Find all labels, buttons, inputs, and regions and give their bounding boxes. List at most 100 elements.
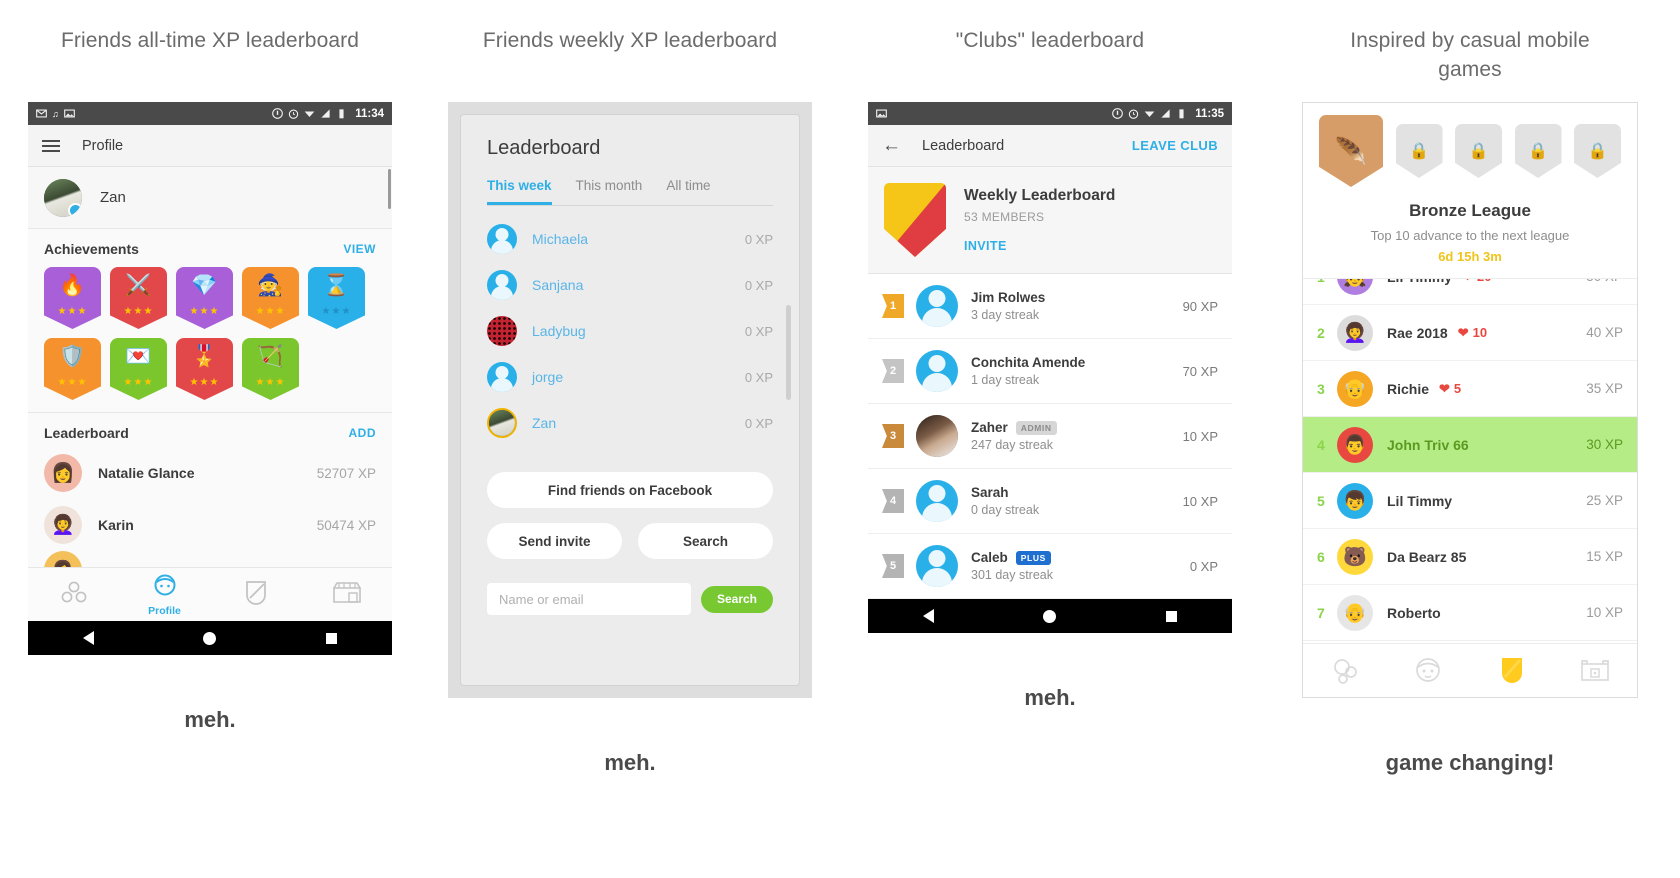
friend-row[interactable]: Sanjana 0 XP: [487, 262, 773, 308]
back-nav-icon[interactable]: [82, 631, 94, 645]
tab-clubs[interactable]: [1303, 658, 1387, 684]
league-row[interactable]: 4 👨 John Triv 66 30 XP: [1303, 417, 1637, 473]
wifi-icon: [304, 111, 315, 117]
scrollbar[interactable]: [388, 169, 391, 209]
recents-nav-icon[interactable]: [1166, 610, 1178, 622]
league-row[interactable]: 1 👧 Lil Timmy ❤20 50 XP: [1303, 279, 1637, 305]
home-nav-icon[interactable]: [203, 631, 217, 645]
league-leaderboard-list: 1 👧 Lil Timmy ❤20 50 XP 2 👩‍🦱 Rae 2018 ❤…: [1303, 279, 1637, 641]
friend-row[interactable]: Zan 0 XP: [487, 400, 773, 446]
locked-league-badge[interactable]: 🔒: [1574, 124, 1621, 178]
friend-row[interactable]: Michaela 0 XP: [487, 216, 773, 262]
member-meta: Conchita Amende 1 day streak: [971, 355, 1085, 387]
achievement-badge[interactable]: 🛡️ ★★★: [44, 338, 101, 400]
achievement-badge[interactable]: 💎 ★★★: [176, 267, 233, 329]
league-row[interactable]: 2 👩‍🦱 Rae 2018 ❤ 10 40 XP: [1303, 305, 1637, 361]
tab-profile[interactable]: Profile: [119, 573, 210, 617]
send-invite-button[interactable]: Send invite: [487, 523, 622, 559]
badge-stars: ★★★: [189, 306, 220, 317]
achievement-badge[interactable]: 🎖️ ★★★: [176, 338, 233, 400]
achievement-badge[interactable]: ⚔️ ★★★: [110, 267, 167, 329]
league-name: Bronze League: [1409, 201, 1531, 220]
user-header[interactable]: Zan: [28, 167, 392, 229]
achievement-badge[interactable]: 🧙 ★★★: [242, 267, 299, 329]
club-leaderboard-row[interactable]: 5 Caleb PLUS 301 day streak 0 XP: [868, 534, 1232, 599]
tab-clubs[interactable]: [28, 580, 119, 609]
badge-emblem-icon: 🏹: [257, 345, 284, 368]
league-player-xp: 25 XP: [1586, 493, 1623, 508]
member-tag: PLUS: [1015, 550, 1051, 565]
achievement-badge[interactable]: 💌 ★★★: [110, 338, 167, 400]
club-leaderboard-row[interactable]: 4 Sarah 0 day streak 10 XP: [868, 469, 1232, 534]
tab-profile[interactable]: [1387, 657, 1471, 685]
achievement-badge[interactable]: 🏹 ★★★: [242, 338, 299, 400]
alarm-icon: [1129, 109, 1139, 119]
rank-badge: 4: [882, 489, 904, 513]
club-shield-icon: [884, 183, 946, 257]
timeframe-tab[interactable]: This week: [487, 178, 552, 205]
club-leaderboard-row[interactable]: 3 Zaher ADMIN 247 day streak 10 XP: [868, 404, 1232, 469]
search-input[interactable]: Name or email: [487, 583, 691, 615]
achievement-badge[interactable]: ⌛ ★★★: [308, 267, 365, 329]
tab-league[interactable]: [1470, 656, 1554, 686]
timeframe-tab[interactable]: All time: [666, 178, 710, 205]
alert-icon: [1112, 108, 1124, 119]
locked-league-badge[interactable]: 🔒: [1455, 124, 1502, 178]
badge-emblem-icon: ⚔️: [125, 274, 152, 297]
leaderboard-row[interactable]: 👩 Natalie Glance 52707 XP: [28, 447, 392, 499]
locked-league-badge[interactable]: 🔒: [1395, 124, 1443, 178]
home-nav-icon[interactable]: [1043, 609, 1057, 623]
status-time: 11:34: [355, 107, 384, 120]
status-bar: ♫ 11:34: [28, 102, 392, 125]
league-list-viewport: 1 👧 Lil Timmy ❤20 50 XP 2 👩‍🦱 Rae 2018 ❤…: [1303, 279, 1637, 643]
tab-shop[interactable]: [1554, 658, 1638, 684]
friend-name: Michaela: [532, 231, 589, 247]
locked-league-badge[interactable]: 🔒: [1514, 124, 1562, 178]
search-submit-button[interactable]: Search: [700, 585, 773, 613]
league-row[interactable]: 5 👦 Lil Timmy 25 XP: [1303, 473, 1637, 529]
back-nav-icon[interactable]: [922, 609, 934, 623]
hamburger-icon[interactable]: [42, 137, 60, 155]
scrollbar[interactable]: [786, 305, 791, 400]
find-friends-facebook-button[interactable]: Find friends on Facebook: [487, 472, 773, 508]
bronze-league-badge[interactable]: 🪶: [1319, 115, 1383, 187]
club-leaderboard-row[interactable]: 1 Jim Rolwes 3 day streak 90 XP: [868, 274, 1232, 339]
phone-screenshot-3: 11:35 ← Leaderboard LEAVE CLUB Weekly Le…: [868, 102, 1232, 633]
leaderboard-row[interactable]: 👩‍🦱 Karin 50474 XP: [28, 499, 392, 551]
friend-row[interactable]: jorge 0 XP: [487, 354, 773, 400]
league-row[interactable]: 3 👴 Richie ❤ 5 35 XP: [1303, 361, 1637, 417]
league-player-name: Rae 2018: [1387, 324, 1448, 341]
achievements-title: Achievements: [44, 241, 139, 257]
avatar: [916, 350, 958, 392]
member-xp: 0 XP: [1189, 558, 1218, 574]
league-row[interactable]: 7 👴 Roberto 10 XP: [1303, 585, 1637, 641]
rank-badge: 5: [882, 554, 904, 578]
avatar: 👴: [1337, 370, 1373, 407]
league-rank: 3: [1317, 380, 1325, 397]
recents-nav-icon[interactable]: [326, 632, 338, 644]
league-player-name: John Triv 66: [1387, 436, 1469, 453]
back-arrow-icon[interactable]: ←: [882, 136, 902, 155]
avatar: 👩: [44, 454, 82, 492]
avatar: 👨: [1337, 426, 1373, 463]
avatar: 👦: [1337, 482, 1373, 519]
leaderboard-row-xp: 52707 XP: [316, 465, 376, 481]
club-invite-button[interactable]: INVITE: [964, 239, 1115, 253]
achievement-badge[interactable]: 🔥 ★★★: [44, 267, 101, 329]
timeframe-tab[interactable]: This month: [576, 178, 643, 205]
tab-shield[interactable]: [210, 579, 301, 610]
leaderboard-add-button[interactable]: ADD: [349, 426, 377, 440]
friend-list: Michaela 0 XP Sanjana 0 XP Ladybug 0 XP …: [487, 216, 773, 446]
avatar: 👩‍🦱: [1337, 314, 1373, 351]
club-info: Weekly Leaderboard 53 MEMBERS INVITE: [964, 183, 1115, 257]
search-button[interactable]: Search: [638, 523, 773, 559]
tab-shop[interactable]: [301, 580, 392, 609]
club-leaderboard-row[interactable]: 2 Conchita Amende 1 day streak 70 XP: [868, 339, 1232, 404]
leaderboard-list: 👩 Natalie Glance 52707 XP 👩‍🦱 Karin 5047…: [28, 447, 392, 551]
mail-icon: [36, 109, 47, 118]
friend-row[interactable]: Ladybug 0 XP: [487, 308, 773, 354]
league-row[interactable]: 6 🐻 Da Bearz 85 15 XP: [1303, 529, 1637, 585]
achievements-view-button[interactable]: VIEW: [343, 242, 376, 256]
club-member-count: 53 MEMBERS: [964, 210, 1045, 224]
leave-club-button[interactable]: LEAVE CLUB: [1132, 138, 1218, 153]
